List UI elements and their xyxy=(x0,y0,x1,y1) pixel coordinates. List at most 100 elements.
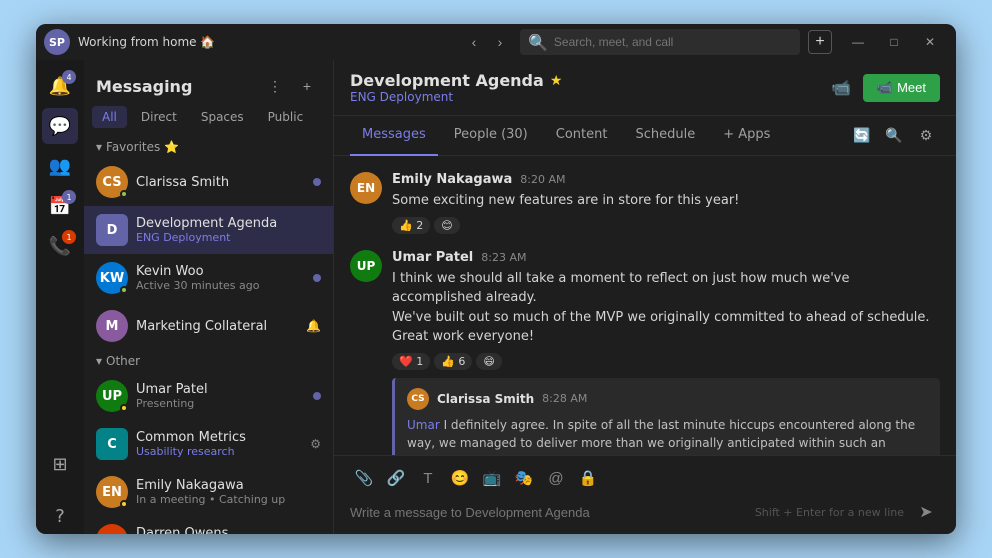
screen-share-button[interactable]: 📺 xyxy=(478,464,506,492)
search-bar[interactable]: 🔍 xyxy=(520,29,800,55)
compose-input[interactable] xyxy=(350,505,747,520)
chat-item-info: Emily Nakagawa In a meeting • Catching u… xyxy=(136,478,321,506)
chat-subtitle[interactable]: ENG Deployment xyxy=(350,90,827,104)
chat-item-info: Development Agenda ENG Deployment xyxy=(136,216,321,244)
search-input[interactable] xyxy=(554,35,792,49)
list-item[interactable]: EN Emily Nakagawa In a meeting • Catchin… xyxy=(84,468,333,516)
new-chat-button[interactable]: + xyxy=(808,30,832,54)
message-header: Emily Nakagawa 8:20 AM xyxy=(392,172,940,187)
apps-icon: ⊞ xyxy=(52,454,67,475)
meet-icon: 📹 xyxy=(877,80,893,96)
chat-item-info: Darren Owens On a call • Working from ho… xyxy=(136,526,321,534)
contact-name: Emily Nakagawa xyxy=(136,478,321,493)
quoted-time: 8:28 AM xyxy=(542,392,587,405)
mention-button[interactable]: @ xyxy=(542,464,570,492)
close-button[interactable]: ✕ xyxy=(912,27,948,57)
compose-box: Shift + Enter for a new line ➤ xyxy=(350,498,940,526)
tab-schedule[interactable]: Schedule xyxy=(623,116,707,156)
reaction-thumbs[interactable]: 👍 2 xyxy=(392,217,430,234)
search-messages-button[interactable]: 🔍 xyxy=(880,122,908,150)
sidebar-item-chat[interactable]: 💬 xyxy=(42,108,78,144)
message-content: Emily Nakagawa 8:20 AM Some exciting new… xyxy=(392,172,940,234)
chat-item-info: Umar Patel Presenting xyxy=(136,382,305,410)
other-label: Other xyxy=(106,354,140,368)
chat-tabs-bar: Messages People (30) Content Schedule + … xyxy=(334,116,956,156)
message-reactions: ❤️ 1 👍 6 😄 xyxy=(392,353,940,370)
unread-indicator xyxy=(313,392,321,400)
contact-name: Umar Patel xyxy=(136,382,305,397)
new-message-button[interactable]: + xyxy=(293,72,321,100)
tab-content[interactable]: Content xyxy=(544,116,620,156)
contact-name: Development Agenda xyxy=(136,216,321,231)
message-text: Some exciting new features are in store … xyxy=(392,191,940,211)
sidebar-item-help[interactable]: ? xyxy=(42,498,78,534)
list-item[interactable]: D Development Agenda ENG Deployment xyxy=(84,206,333,254)
video-button[interactable]: 📹 xyxy=(827,74,855,102)
minimize-button[interactable]: — xyxy=(840,27,876,57)
tab-messages[interactable]: Messages xyxy=(350,116,438,156)
tab-people[interactable]: People (30) xyxy=(442,116,540,156)
avatar: EN xyxy=(96,476,128,508)
calls-badge: 1 xyxy=(62,230,76,244)
avatar: UP xyxy=(96,380,128,412)
favorites-section-header[interactable]: ▾ Favorites ⭐ xyxy=(84,136,333,158)
attach-button[interactable]: 📎 xyxy=(350,464,378,492)
sidebar-item-activity[interactable]: 🔔 4 xyxy=(42,68,78,104)
chat-list: ▾ Favorites ⭐ CS Clarissa Smith D xyxy=(84,136,333,534)
reaction-thumbs[interactable]: 👍 6 xyxy=(434,353,472,370)
meet-button[interactable]: 📹 Meet xyxy=(863,74,940,102)
title-bar: SP Working from home 🏠 ‹ › 🔍 + — □ ✕ xyxy=(36,24,956,60)
list-item[interactable]: M Marketing Collateral 🔔 xyxy=(84,302,333,350)
tab-spaces[interactable]: Spaces xyxy=(191,106,254,128)
tab-all[interactable]: All xyxy=(92,106,127,128)
send-button[interactable]: ➤ xyxy=(912,498,940,526)
sync-button[interactable]: 🔄 xyxy=(848,122,876,150)
sidebar-item-calendar[interactable]: 📅 1 xyxy=(42,188,78,224)
other-section-header[interactable]: ▾ Other xyxy=(84,350,333,372)
list-item[interactable]: DO Darren Owens On a call • Working from… xyxy=(84,516,333,534)
sticker-button[interactable]: 🎭 xyxy=(510,464,538,492)
status-indicator xyxy=(120,286,128,294)
compose-area: 📎 🔗 T 😊 📺 🎭 @ 🔒 Shift + Enter for a new … xyxy=(334,455,956,534)
sidebar-item-calls[interactable]: 📞 1 xyxy=(42,228,78,264)
tab-public[interactable]: Public xyxy=(258,106,314,128)
unread-indicator xyxy=(313,178,321,186)
insert-link-button[interactable]: 🔗 xyxy=(382,464,410,492)
people-icon: 👥 xyxy=(49,156,71,177)
maximize-button[interactable]: □ xyxy=(876,27,912,57)
chat-item-info: Clarissa Smith xyxy=(136,175,305,190)
list-item[interactable]: KW Kevin Woo Active 30 minutes ago xyxy=(84,254,333,302)
format-text-button[interactable]: T xyxy=(414,464,442,492)
quoted-text: Umar I definitely agree. In spite of all… xyxy=(407,416,928,456)
tab-apps[interactable]: + Apps xyxy=(711,116,782,156)
messaging-title: Messaging xyxy=(96,77,192,96)
contact-name: Clarissa Smith xyxy=(136,175,305,190)
settings-icon: ⚙ xyxy=(310,437,321,451)
filter-button[interactable]: ⋮ xyxy=(261,72,289,100)
activity-badge: 4 xyxy=(62,70,76,84)
list-item[interactable]: UP Umar Patel Presenting xyxy=(84,372,333,420)
tab-direct[interactable]: Direct xyxy=(131,106,187,128)
settings-button[interactable]: ⚙ xyxy=(912,122,940,150)
reaction-smile[interactable]: 😊 xyxy=(434,217,459,234)
contact-status: In a meeting • Catching up xyxy=(136,493,321,506)
list-item[interactable]: C Common Metrics Usability research ⚙ xyxy=(84,420,333,468)
quoted-sender: Clarissa Smith xyxy=(437,392,534,406)
back-button[interactable]: ‹ xyxy=(462,32,486,52)
message-group: UP Umar Patel 8:23 AM I think we should … xyxy=(350,250,940,456)
contact-status: Usability research xyxy=(136,445,302,458)
emoji-button[interactable]: 😊 xyxy=(446,464,474,492)
forward-button[interactable]: › xyxy=(488,32,512,52)
sidebar-item-people[interactable]: 👥 xyxy=(42,148,78,184)
chat-filter-tabs: All Direct Spaces Public xyxy=(84,106,333,128)
chat-header: Development Agenda ★ ENG Deployment 📹 📹 … xyxy=(334,60,956,116)
list-item[interactable]: CS Clarissa Smith xyxy=(84,158,333,206)
sidebar-item-network[interactable]: ⊞ xyxy=(42,446,78,482)
reaction-laugh[interactable]: 😄 xyxy=(476,353,501,370)
star-icon: ★ xyxy=(550,73,563,89)
quoted-header: CS Clarissa Smith 8:28 AM xyxy=(407,388,928,410)
contact-name: Kevin Woo xyxy=(136,264,305,279)
lock-button[interactable]: 🔒 xyxy=(574,464,602,492)
reaction-heart[interactable]: ❤️ 1 xyxy=(392,353,430,370)
favorites-label: Favorites ⭐ xyxy=(106,140,179,154)
